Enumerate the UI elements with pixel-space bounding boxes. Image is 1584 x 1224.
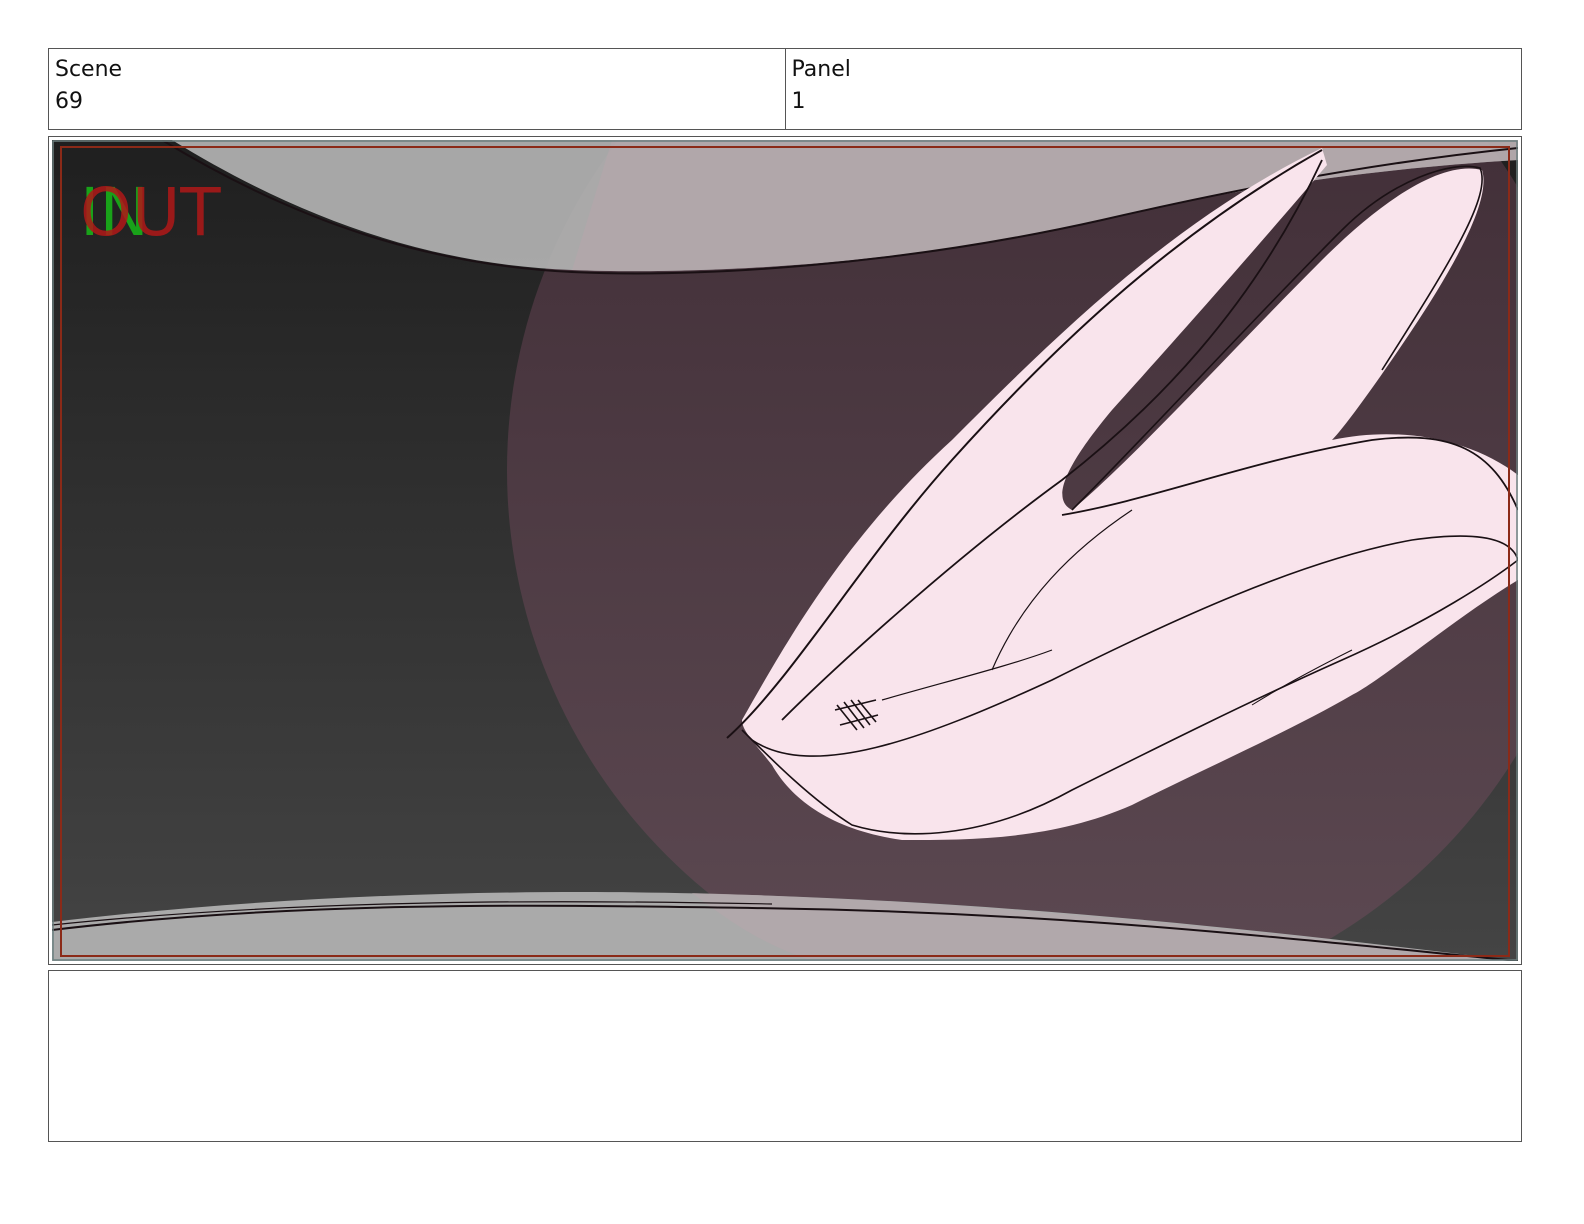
panel-header: Scene 69 Panel 1 — [48, 48, 1522, 130]
panel-drawing: IN OUT — [52, 140, 1518, 961]
panel-number: 1 — [791, 89, 806, 114]
notes-box — [48, 970, 1522, 1142]
storyboard-panel: IN OUT — [48, 136, 1522, 965]
scene-number: 69 — [55, 89, 83, 114]
panel-cell: Panel 1 — [784, 49, 1522, 129]
scene-cell: Scene 69 — [49, 49, 785, 129]
scene-label: Scene — [55, 57, 123, 82]
panel-label: Panel — [791, 57, 851, 82]
out-marker: OUT — [80, 174, 221, 251]
